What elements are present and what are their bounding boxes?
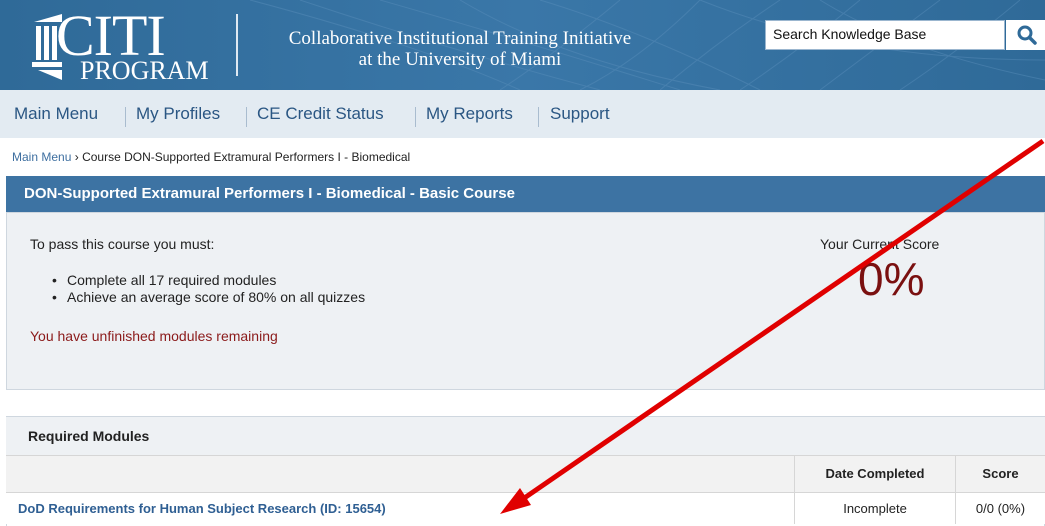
course-title: DON-Supported Extramural Performers I - … xyxy=(6,176,1045,212)
citi-logo[interactable]: CITI PROGRAM xyxy=(30,4,230,86)
pass-requirements-intro: To pass this course you must: xyxy=(30,236,215,252)
breadcrumb-main-menu[interactable]: Main Menu xyxy=(12,150,71,164)
breadcrumb: Main Menu › Course DON-Supported Extramu… xyxy=(12,150,410,164)
search-icon xyxy=(1017,25,1037,45)
nav-separator xyxy=(246,107,247,127)
requirement-item: Achieve an average score of 80% on all q… xyxy=(50,289,365,306)
breadcrumb-separator: › xyxy=(74,150,79,164)
org-name-line2: at the University of Miami xyxy=(358,49,562,70)
requirement-item: Complete all 17 required modules xyxy=(50,272,365,289)
search-input[interactable]: Search Knowledge Base xyxy=(765,20,1005,50)
required-modules-title: Required Modules xyxy=(6,417,1045,455)
requirements-list: Complete all 17 required modules Achieve… xyxy=(50,272,365,306)
logo-divider xyxy=(236,14,238,76)
nav-my-reports[interactable]: My Reports xyxy=(426,90,513,138)
table-row: DoD Requirements for Human Subject Resea… xyxy=(6,493,1045,524)
logo-program-text: PROGRAM xyxy=(80,56,209,85)
nav-support[interactable]: Support xyxy=(550,90,610,138)
module-date-completed: Incomplete xyxy=(843,501,907,516)
breadcrumb-current: Course DON-Supported Extramural Performe… xyxy=(82,150,411,164)
nav-main-menu[interactable]: Main Menu xyxy=(14,90,98,138)
org-name-line1: Collaborative Institutional Training Ini… xyxy=(288,28,632,49)
unfinished-modules-message: You have unfinished modules remaining xyxy=(30,328,278,344)
organization-name: Collaborative Institutional Training Ini… xyxy=(250,28,670,70)
current-score-value: 0% xyxy=(858,253,925,305)
search-button[interactable] xyxy=(1006,20,1045,50)
nav-separator xyxy=(415,107,416,127)
nav-my-profiles[interactable]: My Profiles xyxy=(136,90,220,138)
module-score: 0/0 (0%) xyxy=(975,501,1026,516)
module-link[interactable]: DoD Requirements for Human Subject Resea… xyxy=(18,501,386,516)
column-score: Score xyxy=(982,466,1019,481)
nav-separator xyxy=(125,107,126,127)
current-score-label: Your Current Score xyxy=(820,236,940,252)
column-date-completed: Date Completed xyxy=(825,466,925,481)
main-nav: Main Menu My Profiles CE Credit Status M… xyxy=(0,90,1045,138)
site-header: CITI PROGRAM Collaborative Institutional… xyxy=(0,0,1045,90)
nav-ce-credit-status[interactable]: CE Credit Status xyxy=(257,90,384,138)
modules-table-header: Date Completed Score xyxy=(6,455,1045,493)
nav-separator xyxy=(538,107,539,127)
